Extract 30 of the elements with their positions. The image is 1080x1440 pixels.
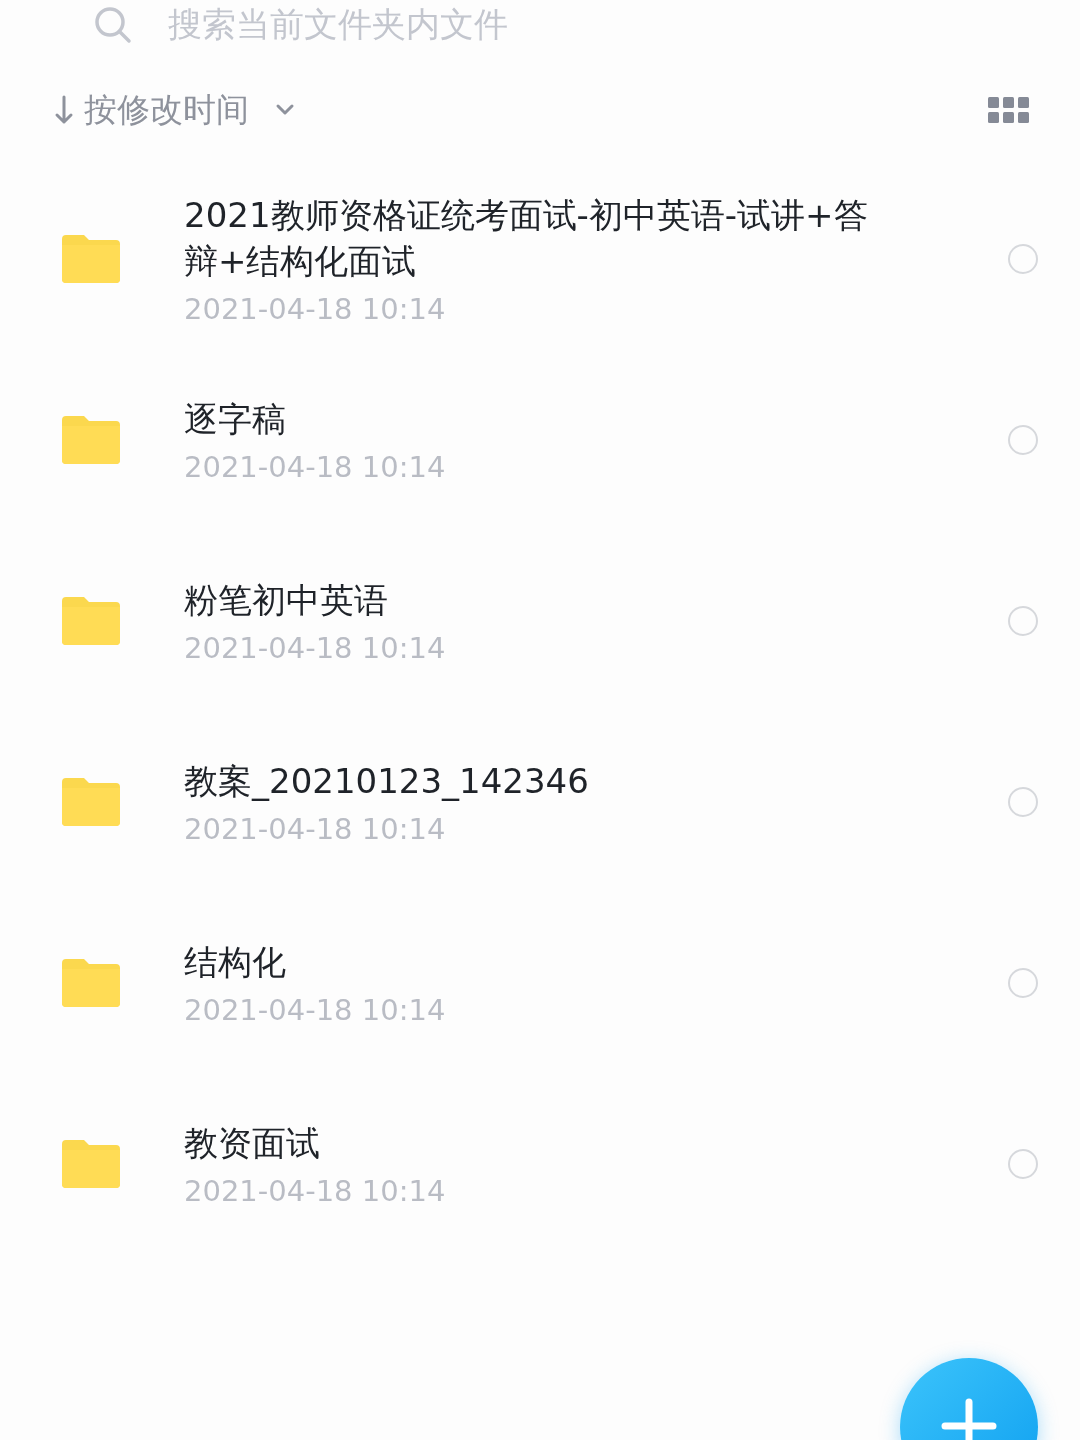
select-checkbox[interactable] <box>1008 424 1038 455</box>
down-arrow-icon <box>54 94 74 126</box>
plus-icon <box>941 1398 997 1440</box>
folder-icon <box>62 415 120 464</box>
grid-icon <box>988 97 1030 123</box>
folder-name[interactable]: 粉笔初中英语 <box>184 576 898 623</box>
folder-icon <box>62 596 120 645</box>
folder-icon <box>62 1139 120 1188</box>
modified-date: 2021-04-18 10:14 <box>184 811 447 846</box>
folder-name[interactable]: 逐字稿 <box>184 395 898 442</box>
search-placeholder: 搜索当前文件夹内文件 <box>168 3 508 46</box>
folder-icon <box>62 777 120 826</box>
modified-date: 2021-04-18 10:14 <box>184 992 447 1027</box>
folder-icon <box>62 958 120 1007</box>
modified-date: 2021-04-18 10:14 <box>184 449 447 484</box>
select-checkbox[interactable] <box>1008 605 1038 636</box>
grid-view-button[interactable] <box>988 97 1030 123</box>
modified-date: 2021-04-18 10:14 <box>184 291 447 326</box>
select-checkbox[interactable] <box>1008 967 1038 998</box>
select-checkbox[interactable] <box>1008 243 1038 274</box>
folder-name[interactable]: 教案_20210123_142346 <box>184 757 898 804</box>
select-checkbox[interactable] <box>1008 1148 1038 1179</box>
folder-icon <box>62 234 120 283</box>
modified-date: 2021-04-18 10:14 <box>184 1173 447 1208</box>
select-checkbox[interactable] <box>1008 786 1038 817</box>
folder-name[interactable]: 2021教师资格证统考面试-初中英语-试讲+答辩+结构化面试 <box>184 191 898 284</box>
folder-name[interactable]: 教资面试 <box>184 1119 898 1166</box>
folder-name[interactable]: 结构化 <box>184 938 898 985</box>
modified-date: 2021-04-18 10:14 <box>184 630 447 665</box>
search-icon <box>94 6 132 44</box>
